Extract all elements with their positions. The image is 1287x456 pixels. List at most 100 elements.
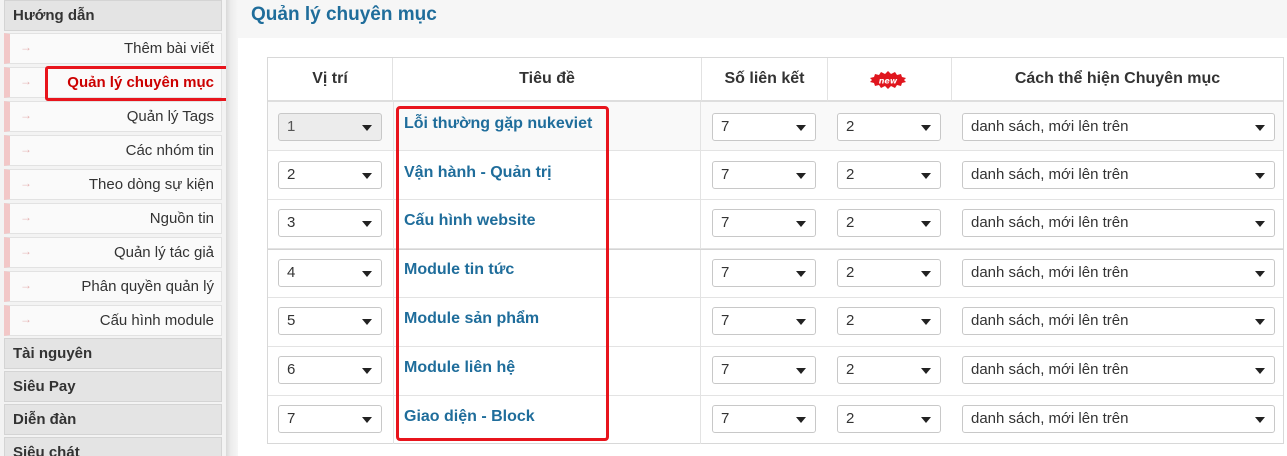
num-links-select[interactable]: 7 — [712, 356, 816, 384]
select-value: danh sách, mới lên trên — [971, 361, 1129, 378]
chevron-down-icon — [1255, 221, 1265, 227]
sidebar-item-label: Cấu hình module — [99, 312, 214, 329]
title-column-highlight — [396, 106, 609, 441]
chevron-down-icon — [1255, 417, 1265, 423]
position-select[interactable]: 3 — [278, 209, 382, 237]
new-count-select[interactable]: 2 — [837, 209, 941, 237]
select-value: 4 — [287, 264, 296, 281]
chevron-down-icon — [362, 417, 372, 423]
select-value: danh sách, mới lên trên — [971, 214, 1129, 231]
display-style-select[interactable]: danh sách, mới lên trên — [962, 259, 1275, 287]
select-value: danh sách, mới lên trên — [971, 410, 1129, 427]
svg-text:new: new — [879, 77, 898, 86]
chevron-down-icon — [362, 368, 372, 374]
select-value: 7 — [721, 214, 730, 231]
title-bar: Quản lý chuyên mục — [238, 0, 1287, 38]
chevron-down-icon — [796, 125, 806, 131]
select-value: 7 — [721, 312, 730, 329]
sidebar-item-label: Theo dòng sự kiện — [88, 176, 214, 193]
new-count-select[interactable]: 2 — [837, 161, 941, 189]
chevron-down-icon — [796, 271, 806, 277]
sidebar-item-label: Quản lý Tags — [126, 108, 214, 125]
arrow-right-icon: → — [20, 176, 32, 190]
display-style-select[interactable]: danh sách, mới lên trên — [962, 161, 1275, 189]
sidebar-item-event-stream[interactable]: → Theo dòng sự kiện — [4, 169, 222, 200]
arrow-right-icon: → — [20, 312, 32, 326]
select-value: 3 — [287, 214, 296, 231]
select-value: 7 — [721, 166, 730, 183]
active-item-highlight — [45, 66, 235, 101]
sidebar-group-resources[interactable]: Tài nguyên — [4, 338, 222, 369]
select-value: 2 — [287, 166, 296, 183]
sidebar-group-label: Siêu Pay — [13, 378, 76, 395]
chevron-down-icon — [362, 271, 372, 277]
main-content: Quản lý chuyên mục Vị trí Tiêu đề Số liê… — [238, 0, 1287, 456]
position-select[interactable]: 7 — [278, 405, 382, 433]
sidebar-item-add-article[interactable]: → Thêm bài viết — [4, 33, 222, 64]
chevron-down-icon — [921, 221, 931, 227]
sidebar-item-permissions[interactable]: → Phân quyền quản lý — [4, 271, 222, 302]
arrow-right-icon: → — [20, 142, 32, 156]
sidebar-item-manage-tags[interactable]: → Quản lý Tags — [4, 101, 222, 132]
column-header-position: Vị trí — [268, 58, 393, 102]
position-select[interactable]: 2 — [278, 161, 382, 189]
display-style-select[interactable]: danh sách, mới lên trên — [962, 113, 1275, 141]
arrow-right-icon: → — [20, 278, 32, 292]
sidebar-group-guide[interactable]: Hướng dẫn — [4, 0, 222, 31]
sidebar-item-label: Thêm bài viết — [123, 40, 214, 57]
select-value: 2 — [846, 312, 855, 329]
select-value: 7 — [287, 410, 296, 427]
new-count-select[interactable]: 2 — [837, 356, 941, 384]
sidebar-group-label: Diễn đàn — [13, 411, 77, 428]
position-select[interactable]: 5 — [278, 307, 382, 335]
select-value: danh sách, mới lên trên — [971, 118, 1129, 135]
chevron-down-icon — [921, 173, 931, 179]
position-select[interactable]: 4 — [278, 259, 382, 287]
column-header-num-links: Số liên kết — [702, 58, 828, 102]
chevron-down-icon — [921, 125, 931, 131]
chevron-down-icon — [362, 173, 372, 179]
new-count-select[interactable]: 2 — [837, 259, 941, 287]
display-style-select[interactable]: danh sách, mới lên trên — [962, 356, 1275, 384]
num-links-select[interactable]: 7 — [712, 307, 816, 335]
sidebar-group-label: Hướng dẫn — [13, 7, 95, 24]
sidebar-group-forum[interactable]: Diễn đàn — [4, 404, 222, 435]
chevron-down-icon — [1255, 125, 1265, 131]
position-select[interactable]: 6 — [278, 356, 382, 384]
sidebar-group-chat[interactable]: Siêu chát — [4, 437, 222, 456]
num-links-select[interactable]: 7 — [712, 209, 816, 237]
arrow-right-icon: → — [20, 74, 32, 88]
select-value: 7 — [721, 118, 730, 135]
num-links-select[interactable]: 7 — [712, 405, 816, 433]
select-value: 7 — [721, 361, 730, 378]
sidebar-group-pay[interactable]: Siêu Pay — [4, 371, 222, 402]
select-value: 1 — [287, 118, 296, 135]
num-links-select[interactable]: 7 — [712, 161, 816, 189]
categories-table: Vị trí Tiêu đề Số liên kết new Cách thể … — [267, 57, 1284, 444]
display-style-select[interactable]: danh sách, mới lên trên — [962, 405, 1275, 433]
select-value: danh sách, mới lên trên — [971, 264, 1129, 281]
sidebar-item-sources[interactable]: → Nguồn tin — [4, 203, 222, 234]
position-select[interactable]: 1 — [278, 113, 382, 141]
chevron-down-icon — [921, 368, 931, 374]
sidebar-item-news-groups[interactable]: → Các nhóm tin — [4, 135, 222, 166]
num-links-select[interactable]: 7 — [712, 113, 816, 141]
select-value: 2 — [846, 410, 855, 427]
display-style-select[interactable]: danh sách, mới lên trên — [962, 307, 1275, 335]
chevron-down-icon — [796, 173, 806, 179]
new-count-select[interactable]: 2 — [837, 307, 941, 335]
display-style-select[interactable]: danh sách, mới lên trên — [962, 209, 1275, 237]
chevron-down-icon — [796, 319, 806, 325]
sidebar-item-module-config[interactable]: → Cấu hình module — [4, 305, 222, 336]
page-title: Quản lý chuyên mục — [251, 4, 437, 25]
num-links-select[interactable]: 7 — [712, 259, 816, 287]
new-count-select[interactable]: 2 — [837, 405, 941, 433]
column-header-display-style: Cách thể hiện Chuyên mục — [952, 58, 1283, 102]
sidebar-divider — [226, 0, 238, 456]
sidebar-item-authors[interactable]: → Quản lý tác giả — [4, 237, 222, 268]
arrow-right-icon: → — [20, 40, 32, 54]
new-count-select[interactable]: 2 — [837, 113, 941, 141]
column-header-title: Tiêu đề — [393, 58, 702, 102]
chevron-down-icon — [362, 125, 372, 131]
select-value: 7 — [721, 264, 730, 281]
